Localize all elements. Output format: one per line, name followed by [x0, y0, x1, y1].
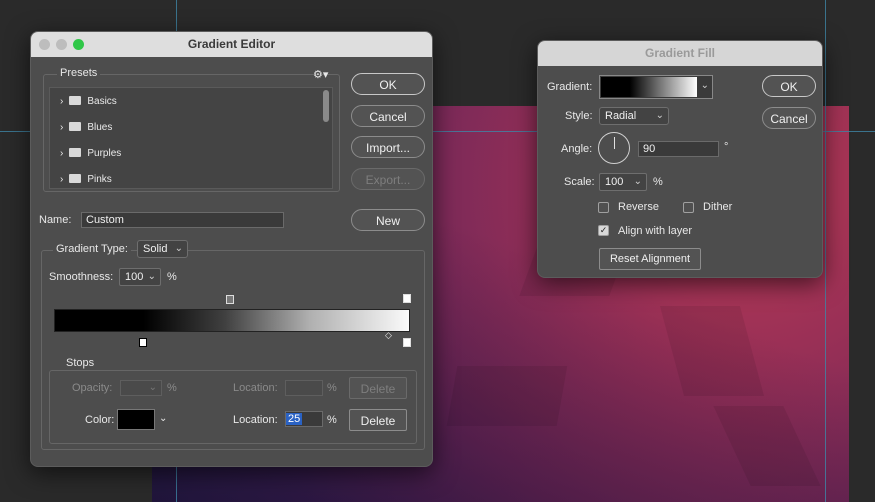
chevron-right-icon[interactable]: ›	[60, 174, 63, 185]
opacity-stop-midpoint[interactable]	[226, 295, 234, 304]
opacity-location-input[interactable]	[285, 380, 323, 396]
angle-label: Angle:	[561, 143, 593, 155]
preset-folder-pinks[interactable]: › Pinks	[60, 171, 112, 189]
gradient-bar[interactable]	[54, 309, 410, 332]
gradient-preview-swatch	[601, 77, 697, 97]
preset-folder-basics[interactable]: › Basics	[60, 93, 117, 111]
ok-button[interactable]: OK	[351, 73, 425, 95]
preset-folder-label: Purples	[87, 148, 122, 159]
angle-input[interactable]: 90	[638, 141, 719, 157]
scale-value: 100	[605, 176, 624, 188]
dither-checkbox[interactable]	[683, 202, 694, 213]
chevron-down-icon[interactable]: ⌄	[159, 413, 167, 424]
gradient-editor-titlebar[interactable]: Gradient Editor	[31, 32, 432, 57]
reverse-label: Reverse	[618, 201, 659, 213]
folder-icon	[69, 95, 82, 105]
zoom-window-button[interactable]	[73, 39, 84, 50]
color-location-label: Location:	[233, 414, 278, 426]
color-delete-button[interactable]: Delete	[349, 409, 407, 431]
preset-folder-label: Pinks	[87, 174, 112, 185]
chevron-down-icon: ⌄	[147, 271, 156, 282]
dither-label: Dither	[703, 201, 733, 213]
reset-alignment-button[interactable]: Reset Alignment	[599, 248, 701, 270]
folder-icon	[69, 121, 82, 131]
presets-label: Presets	[57, 67, 101, 79]
midpoint-diamond-icon[interactable]: ◇	[385, 330, 392, 341]
color-label: Color:	[85, 414, 115, 426]
degree-symbol: °	[724, 141, 729, 153]
color-stop-selected[interactable]	[139, 338, 147, 347]
cancel-button[interactable]: Cancel	[351, 105, 425, 127]
canvas-shape	[713, 406, 821, 486]
opacity-label: Opacity:	[72, 382, 113, 394]
dialog-title: Gradient Editor	[187, 37, 276, 51]
dialog-title: Gradient Fill	[644, 46, 715, 60]
opacity-input[interactable]: ⌄	[120, 380, 162, 396]
preset-folder-label: Blues	[87, 122, 113, 133]
smoothness-input[interactable]: 100 ⌄	[119, 268, 161, 286]
scale-input[interactable]: 100 ⌄	[599, 173, 647, 191]
align-with-layer-label: Align with layer	[618, 225, 692, 237]
opacity-location-label: Location:	[233, 382, 278, 394]
folder-icon	[69, 173, 82, 183]
preset-folder-label: Basics	[87, 96, 117, 107]
name-input[interactable]: Custom	[81, 212, 284, 228]
gradient-editor-dialog: Gradient Editor Presets ⚙▾ › Basics › Blue…	[30, 31, 433, 467]
close-window-button[interactable]	[39, 39, 50, 50]
chevron-down-icon: ⌄	[633, 176, 642, 187]
chevron-right-icon[interactable]: ›	[60, 96, 63, 107]
new-button[interactable]: New	[351, 209, 425, 231]
gradient-label: Gradient:	[547, 81, 593, 93]
chevron-down-icon: ⌄	[148, 382, 157, 393]
gradient-type-label: Gradient Type:	[53, 243, 131, 255]
gradient-type-select[interactable]: Solid ⌄	[137, 240, 188, 258]
chevron-down-icon: ⌄	[174, 243, 183, 254]
stops-label: Stops	[63, 357, 98, 369]
import-button[interactable]: Import...	[351, 136, 425, 158]
color-location-value: 25	[286, 413, 303, 425]
chevron-down-icon: ⌄	[700, 80, 709, 91]
gradient-preview-picker[interactable]: ⌄	[599, 75, 713, 99]
preset-folder-blues[interactable]: › Blues	[60, 119, 112, 137]
align-with-layer-checkbox[interactable]: ✓	[598, 225, 609, 236]
cancel-button[interactable]: Cancel	[762, 107, 816, 129]
scale-percent: %	[653, 176, 663, 188]
opacity-delete-button[interactable]: Delete	[349, 377, 407, 399]
smoothness-value: 100	[125, 271, 144, 283]
presets-list[interactable]: › Basics › Blues › Purples › Pinks	[49, 87, 333, 189]
style-value: Radial	[605, 110, 637, 122]
color-location-percent: %	[327, 414, 337, 426]
guide-vertical[interactable]	[825, 0, 826, 502]
gradient-fill-titlebar[interactable]: Gradient Fill	[538, 41, 822, 66]
style-label: Style:	[565, 110, 593, 122]
gear-icon[interactable]: ⚙▾	[313, 68, 328, 81]
ok-button[interactable]: OK	[762, 75, 816, 97]
canvas-shape	[446, 366, 568, 426]
chevron-right-icon[interactable]: ›	[60, 148, 63, 159]
name-label: Name:	[39, 214, 72, 226]
opacity-location-percent: %	[327, 382, 337, 394]
opacity-stop-right[interactable]	[403, 294, 411, 303]
presets-scrollbar[interactable]	[323, 90, 329, 122]
reverse-checkbox[interactable]	[598, 202, 609, 213]
gradient-fill-dialog: Gradient Fill Gradient: ⌄ Style: Radial …	[537, 40, 823, 278]
canvas-shape	[659, 306, 765, 396]
angle-dial[interactable]	[598, 132, 630, 164]
percent-sign: %	[167, 271, 177, 283]
color-location-input[interactable]: 25	[285, 411, 323, 427]
preset-folder-purples[interactable]: › Purples	[60, 145, 121, 163]
minimize-window-button[interactable]	[56, 39, 67, 50]
chevron-down-icon: ⌄	[655, 110, 664, 121]
angle-dial-needle	[614, 137, 615, 149]
style-select[interactable]: Radial ⌄	[599, 107, 669, 125]
smoothness-label: Smoothness:	[49, 271, 114, 283]
export-button[interactable]: Export...	[351, 168, 425, 190]
chevron-right-icon[interactable]: ›	[60, 122, 63, 133]
color-swatch[interactable]	[117, 409, 155, 430]
opacity-percent: %	[167, 382, 177, 394]
gradient-type-value: Solid	[143, 243, 168, 255]
color-stop-right[interactable]	[403, 338, 411, 347]
folder-icon	[69, 147, 82, 157]
scale-label: Scale:	[564, 176, 595, 188]
